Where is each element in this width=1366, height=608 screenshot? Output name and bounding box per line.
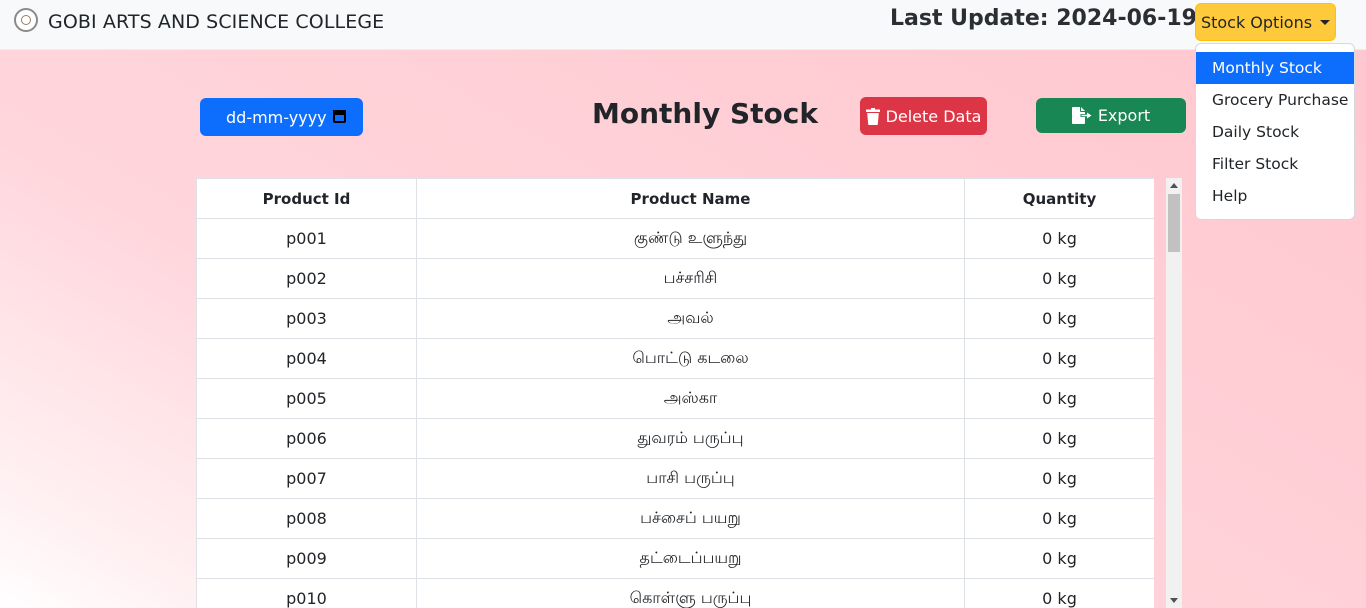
calendar-icon[interactable] [333,110,346,123]
scrollbar-thumb[interactable] [1168,194,1180,252]
last-update-text: Last Update: 2024-06-19 [890,6,1197,31]
cell-quantity: 0 kg [964,378,1154,419]
table-row: p007 பாசி பருப்பு 0 kg [196,458,1154,499]
cell-product-id: p010 [196,578,417,608]
export-button[interactable]: Export [1036,98,1186,133]
page-title: Monthly Stock [592,97,818,130]
table-row: p010 கொள்ளு பருப்பு 0 kg [196,578,1154,608]
delete-data-label: Delete Data [885,106,982,126]
scroll-up-arrow-icon[interactable] [1170,183,1178,188]
caret-down-icon [1320,20,1331,25]
header-quantity: Quantity [964,178,1154,219]
trash-icon [865,107,880,125]
table-row: p009 தட்டைப்பயறு 0 kg [196,538,1154,579]
cell-quantity: 0 kg [964,498,1154,539]
cell-product-name: பாசி பருப்பு [416,458,965,499]
file-export-icon [1071,107,1092,124]
cell-product-name: அஸ்கா [416,378,965,419]
dropdown-item-help[interactable]: Help [1196,180,1354,212]
cell-quantity: 0 kg [964,298,1154,339]
date-placeholder: dd-mm-yyyy [226,107,327,127]
college-logo-icon [14,8,38,32]
stock-table-container: Product Id Product Name Quantity p001 கு… [196,178,1154,608]
table-header-row: Product Id Product Name Quantity [196,178,1154,219]
scroll-down-arrow-icon[interactable] [1170,598,1178,603]
brand-title: GOBI ARTS AND SCIENCE COLLEGE [48,11,385,33]
dropdown-item-filter-stock[interactable]: Filter Stock [1196,148,1354,180]
cell-product-name: பச்சைப் பயறு [416,498,965,539]
cell-product-id: p007 [196,458,417,499]
export-label: Export [1097,106,1151,125]
stock-options-dropdown: Monthly Stock Grocery Purchase Daily Sto… [1195,43,1355,220]
date-input[interactable]: dd-mm-yyyy [200,98,363,136]
table-row: p005 அஸ்கா 0 kg [196,378,1154,419]
cell-product-name: அவல் [416,298,965,339]
table-row: p008 பச்சைப் பயறு 0 kg [196,498,1154,539]
table-row: p002 பச்சரிசி 0 kg [196,258,1154,299]
cell-product-name: குண்டு உளுந்து [416,218,965,259]
dropdown-item-daily-stock[interactable]: Daily Stock [1196,116,1354,148]
cell-product-id: p002 [196,258,417,299]
table-scrollbar[interactable] [1166,178,1182,608]
cell-product-name: பச்சரிசி [416,258,965,299]
cell-quantity: 0 kg [964,338,1154,379]
table-row: p006 துவரம் பருப்பு 0 kg [196,418,1154,459]
cell-quantity: 0 kg [964,458,1154,499]
header-product-id: Product Id [196,178,417,219]
stock-options-button[interactable]: Stock Options [1195,3,1336,41]
cell-quantity: 0 kg [964,218,1154,259]
cell-product-id: p001 [196,218,417,259]
dropdown-item-grocery-purchase[interactable]: Grocery Purchase [1196,84,1354,116]
stock-table: Product Id Product Name Quantity p001 கு… [196,178,1154,608]
cell-product-name: தட்டைப்பயறு [416,538,965,579]
cell-product-name: துவரம் பருப்பு [416,418,965,459]
table-row: p004 பொட்டு கடலை 0 kg [196,338,1154,379]
table-row: p001 குண்டு உளுந்து 0 kg [196,218,1154,259]
cell-product-id: p009 [196,538,417,579]
cell-quantity: 0 kg [964,258,1154,299]
header-product-name: Product Name [416,178,965,219]
cell-quantity: 0 kg [964,538,1154,579]
cell-product-id: p005 [196,378,417,419]
cell-product-id: p006 [196,418,417,459]
cell-product-id: p008 [196,498,417,539]
navbar: GOBI ARTS AND SCIENCE COLLEGE Last Updat… [0,0,1366,50]
cell-product-name: கொள்ளு பருப்பு [416,578,965,608]
main-content: dd-mm-yyyy Monthly Stock Delete Data Exp… [0,50,1366,608]
cell-product-id: p003 [196,298,417,339]
delete-data-button[interactable]: Delete Data [860,97,987,135]
cell-product-name: பொட்டு கடலை [416,338,965,379]
cell-quantity: 0 kg [964,418,1154,459]
stock-options-label: Stock Options [1200,12,1313,32]
dropdown-item-monthly-stock[interactable]: Monthly Stock [1196,52,1354,84]
cell-product-id: p004 [196,338,417,379]
table-row: p003 அவல் 0 kg [196,298,1154,339]
cell-quantity: 0 kg [964,578,1154,608]
